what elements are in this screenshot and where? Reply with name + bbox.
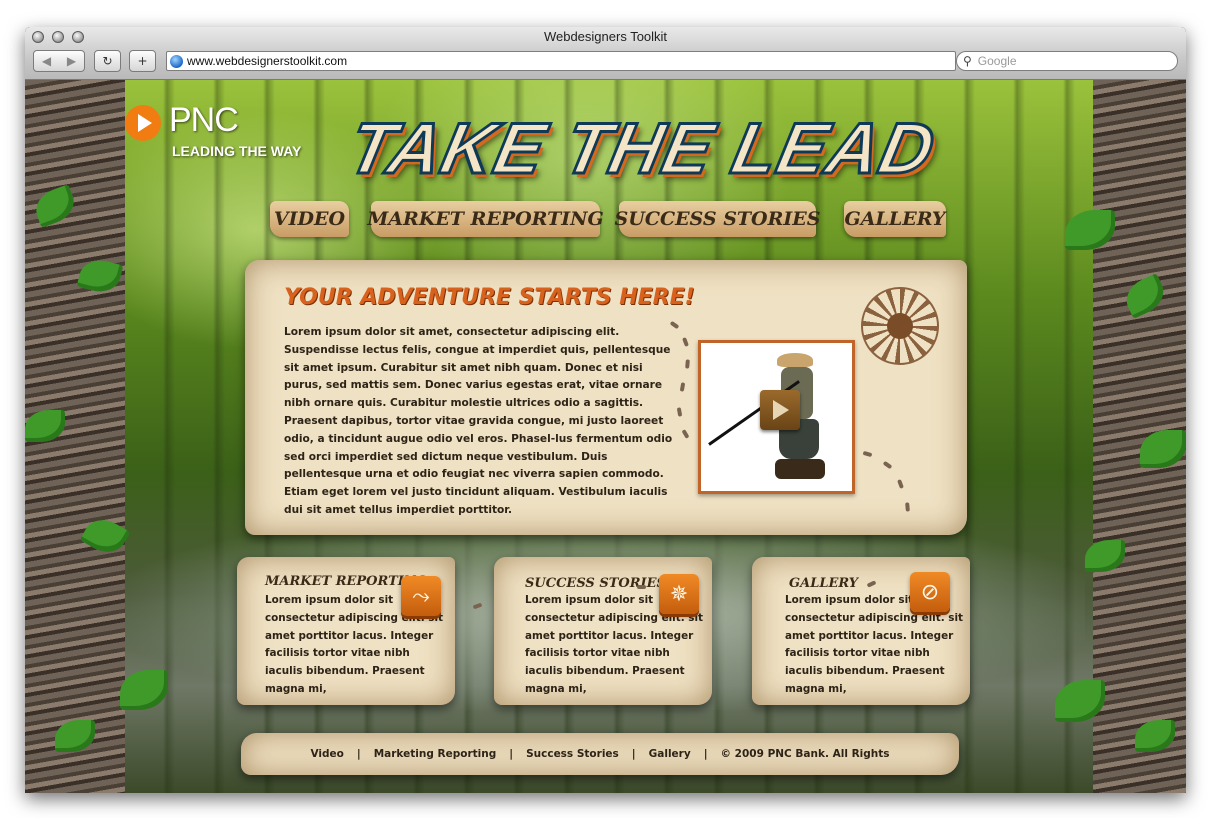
search-placeholder[interactable]: Google [978,54,1017,68]
footer-separator: | [509,748,514,760]
map-route-icon[interactable]: ⤳ [401,576,441,616]
plus-icon: + [137,54,148,68]
nav-video[interactable]: VIDEO [270,201,349,237]
intro-text: Lorem ipsum dolor sit amet, consectetur … [284,326,673,516]
add-bookmark-button[interactable]: + [129,50,156,72]
play-icon[interactable] [760,390,800,430]
footer-link-gallery[interactable]: Gallery [649,748,691,760]
compass-center [887,313,913,339]
web-page: PNC LEADING THE WAY TAKE THE LEAD VIDEO … [25,80,1186,793]
explorer-boots [775,459,825,479]
pnc-tagline: LEADING THE WAY [172,143,302,159]
intro-title: YOUR ADVENTURE STARTS HERE! [284,285,695,310]
nav-market-reporting[interactable]: MARKET REPORTING [367,201,604,237]
campaign-headline: TAKE THE LEAD [340,108,944,191]
browser-window: Webdesigners Toolkit ◀ ▶ ↻ + www.webdesi… [25,27,1186,793]
footer-link-success-stories[interactable]: Success Stories [526,748,619,760]
pnc-logo-wordmark: PNC [169,101,239,139]
search-icon[interactable]: ⚲ [963,54,972,68]
footer-separator: | [631,748,636,760]
globe-icon [170,54,183,68]
back-forward-buttons[interactable]: ◀ ▶ [33,50,85,72]
reload-icon: ↻ [102,54,113,68]
pnc-logo[interactable]: PNC LEADING THE WAY [125,101,315,163]
trail-dash [685,359,690,369]
footer-bar: Video | Marketing Reporting | Success St… [241,733,959,775]
url-text[interactable]: www.webdesignerstoolkit.com [187,54,347,68]
compass-icon[interactable]: ⊘ [910,572,950,612]
footer-separator: | [703,748,708,760]
window-title: Webdesigners Toolkit [543,29,668,44]
footer-separator: | [356,748,361,760]
trail-dash [637,585,646,589]
footer-link-video[interactable]: Video [310,748,343,760]
explorer-hat [777,353,813,367]
footer-copyright: © 2009 PNC Bank. All Rights [720,748,890,760]
trail-dash [905,502,910,512]
back-arrow-icon[interactable]: ◀ [42,54,51,68]
compass-rose-icon[interactable]: ✵ [659,574,699,614]
card-gallery-title[interactable]: GALLERY [789,576,858,591]
nav-success-stories[interactable]: SUCCESS STORIES [615,201,820,237]
pnc-logo-mark-icon [125,105,161,141]
nav-gallery[interactable]: GALLERY [844,201,946,237]
forward-arrow-icon[interactable]: ▶ [67,54,76,68]
browser-toolbar: Webdesigners Toolkit ◀ ▶ ↻ + www.webdesi… [25,27,1186,80]
address-bar[interactable]: www.webdesignerstoolkit.com [166,51,956,71]
search-field[interactable]: ⚲ Google [956,51,1178,71]
footer-link-marketing-reporting[interactable]: Marketing Reporting [374,748,497,760]
reload-button[interactable]: ↻ [94,50,121,72]
